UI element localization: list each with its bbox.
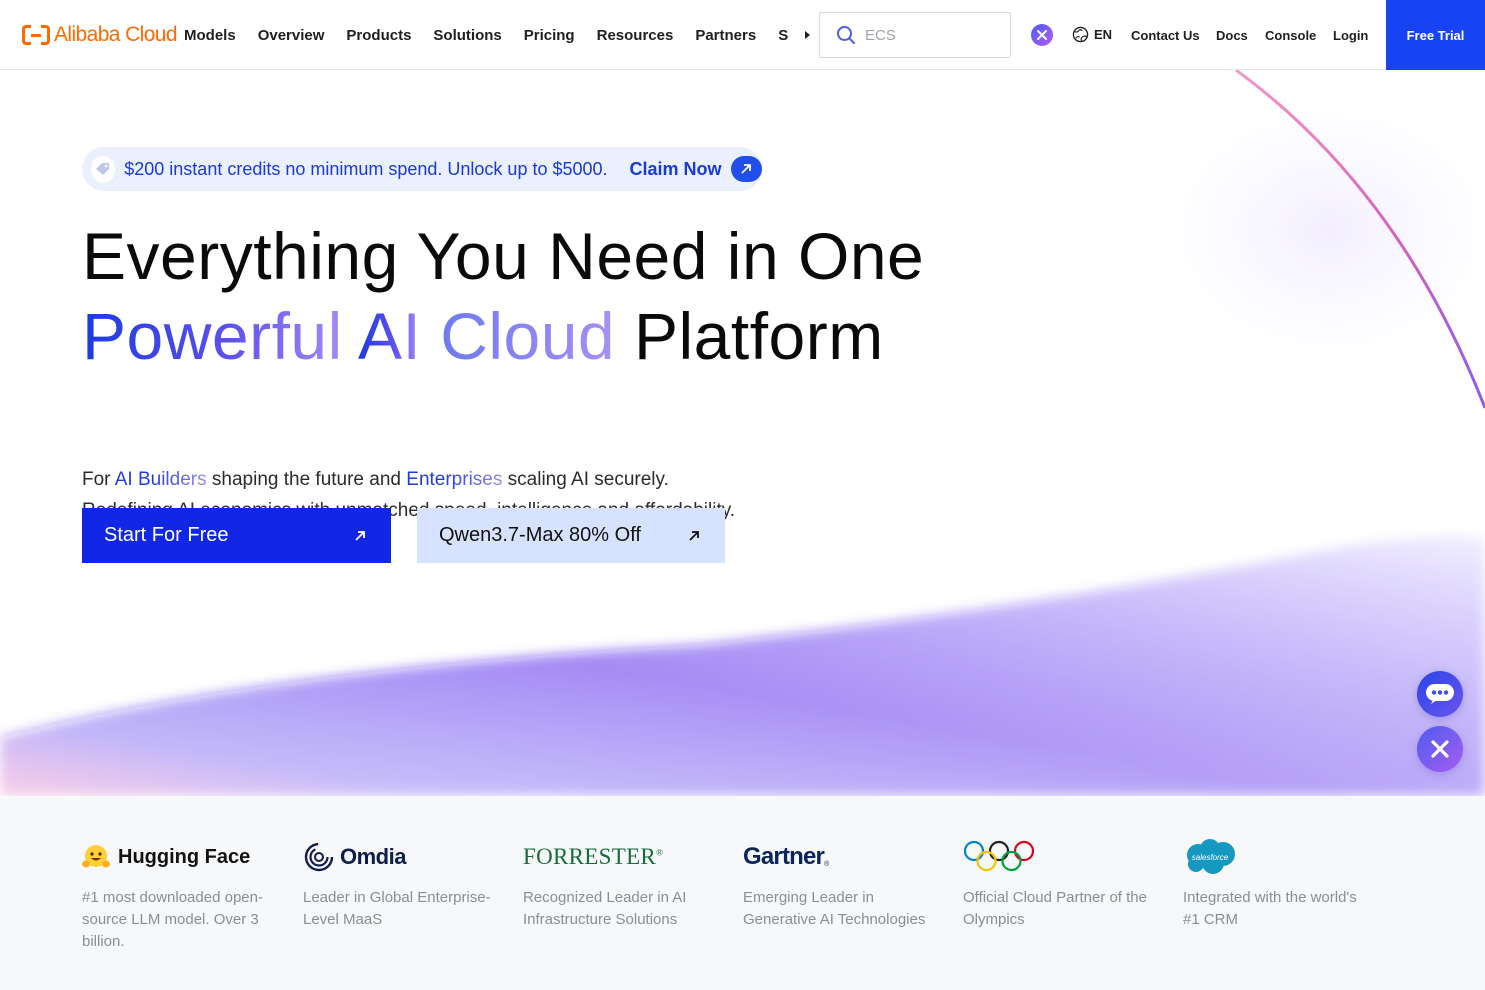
alibaba-cloud-logo-icon <box>22 25 50 45</box>
partner-gartner[interactable]: Gartner ® Emerging Leader in Generative A… <box>743 840 943 931</box>
nav-item-overview[interactable]: Overview <box>258 27 325 44</box>
docs-link[interactable]: Docs <box>1216 28 1248 43</box>
promo-banner[interactable]: $200 instant credits no minimum spend. U… <box>82 147 762 191</box>
price-tag-icon <box>91 155 116 183</box>
nav-more[interactable]: S <box>778 26 811 44</box>
salesforce-logo: salesforce <box>1183 839 1383 874</box>
sub-ai-builders: AI Builders <box>114 469 207 490</box>
partner-desc: Official Cloud Partner of the Olympics <box>963 889 1147 928</box>
forrester-logo: FORRESTER® <box>523 840 723 874</box>
forrester-wordmark: FORRESTER® <box>523 844 664 869</box>
nav-item-models[interactable]: Models <box>184 27 236 44</box>
language-selector[interactable]: EN <box>1072 26 1112 43</box>
promo-text: $200 instant credits no minimum spend. U… <box>124 158 608 179</box>
partner-desc: #1 most downloaded open-source LLM model… <box>82 889 263 950</box>
partner-hugging-face[interactable]: Hugging Face #1 most downloaded open-sou… <box>82 840 282 953</box>
start-for-free-label: Start For Free <box>104 524 229 546</box>
gartner-wordmark: Gartner <box>743 843 825 870</box>
x-icon <box>1431 740 1449 758</box>
partner-olympics[interactable]: Official Cloud Partner of the Olympics <box>963 840 1163 931</box>
sub-enterprises: Enterprises <box>406 469 503 490</box>
partner-forrester[interactable]: FORRESTER® Recognized Leader in AI Infra… <box>523 840 723 931</box>
omdia-ring-icon <box>304 842 334 872</box>
partner-desc: Recognized Leader in AI Infrastructure S… <box>523 889 687 928</box>
partner-desc: Integrated with the world's #1 CRM <box>1183 889 1357 928</box>
top-navigation-bar: Alibaba Cloud Models Overview Products S… <box>0 0 1485 70</box>
chat-bubble-icon <box>1426 684 1454 704</box>
gartner-logo: Gartner ® <box>743 843 830 870</box>
chat-button[interactable] <box>1417 671 1463 717</box>
nav-item-truncated: S <box>778 26 789 44</box>
headline-line-2: Powerful AI Cloud Platform <box>82 296 924 376</box>
partner-desc: Emerging Leader in Generative AI Technol… <box>743 889 926 928</box>
partner-recognition-strip: Hugging Face #1 most downloaded open-sou… <box>0 796 1485 990</box>
free-trial-button[interactable]: Free Trial <box>1386 0 1485 70</box>
login-link[interactable]: Login <box>1333 28 1368 43</box>
sub-for: For <box>82 469 111 490</box>
search-input[interactable] <box>865 26 995 44</box>
partner-omdia[interactable]: Omdia Leader in Global Enterprise-Level … <box>303 840 503 931</box>
salesforce-wordmark: salesforce <box>1192 853 1229 862</box>
nav-item-solutions[interactable]: Solutions <box>433 27 501 44</box>
hero-headline: Everything You Need in One Powerful AI C… <box>82 216 924 376</box>
sub-mid: shaping the future and <box>211 469 401 490</box>
hugging-face-emoji-icon <box>82 845 110 868</box>
arrow-up-right-icon[interactable] <box>730 156 762 182</box>
globe-icon <box>1072 26 1089 43</box>
start-for-free-button[interactable]: Start For Free <box>82 508 391 563</box>
salesforce-cloud-icon: salesforce <box>1187 839 1235 874</box>
headline-powerful: Powerful <box>82 299 343 373</box>
qwen-offer-button[interactable]: Qwen3.7-Max 80% Off <box>417 508 725 563</box>
sub-end: scaling AI securely. <box>507 469 669 490</box>
partner-desc: Leader in Global Enterprise-Level MaaS <box>303 889 491 928</box>
qwen-offer-label: Qwen3.7-Max 80% Off <box>439 524 641 546</box>
console-link[interactable]: Console <box>1265 28 1316 43</box>
omdia-wordmark: Omdia <box>340 844 406 869</box>
search-box[interactable] <box>819 12 1011 58</box>
headline-cloud: Cloud <box>440 299 616 373</box>
arrow-up-right-icon <box>689 530 699 541</box>
olympic-rings-icon <box>963 840 1035 872</box>
arrow-up-right-icon <box>355 530 365 541</box>
nav-item-pricing[interactable]: Pricing <box>524 27 575 44</box>
subtitle-line-1: For AI Builders shaping the future and E… <box>82 464 735 495</box>
logo-text: Alibaba Cloud <box>54 23 178 46</box>
contact-us-link[interactable]: Contact Us <box>1131 28 1200 43</box>
claim-now-link[interactable]: Claim Now <box>630 159 722 180</box>
headline-ai: AI <box>357 299 422 373</box>
language-label: EN <box>1094 27 1113 42</box>
partner-salesforce[interactable]: salesforce Integrated with the world's #… <box>1183 839 1383 931</box>
qwen-assistant-button[interactable] <box>1417 726 1463 772</box>
headline-platform: Platform <box>633 299 884 373</box>
nav-item-partners[interactable]: Partners <box>695 27 756 44</box>
search-icon <box>837 26 855 44</box>
hugging-face-logo: Hugging Face <box>82 840 282 874</box>
nav-item-resources[interactable]: Resources <box>597 27 674 44</box>
hero-section: $200 instant credits no minimum spend. U… <box>0 70 1485 796</box>
caret-right-icon[interactable] <box>805 31 811 39</box>
olympic-rings-logo <box>963 840 1163 874</box>
main-nav: Models Overview Products Solutions Prici… <box>184 0 811 70</box>
nav-item-products[interactable]: Products <box>346 27 411 44</box>
hugging-face-wordmark: Hugging Face <box>118 845 251 868</box>
headline-line-1: Everything You Need in One <box>82 219 925 293</box>
alibaba-cloud-logo[interactable]: Alibaba Cloud <box>22 23 178 46</box>
omdia-logo: Omdia <box>303 840 503 874</box>
qwen-x-icon[interactable] <box>1031 24 1053 46</box>
